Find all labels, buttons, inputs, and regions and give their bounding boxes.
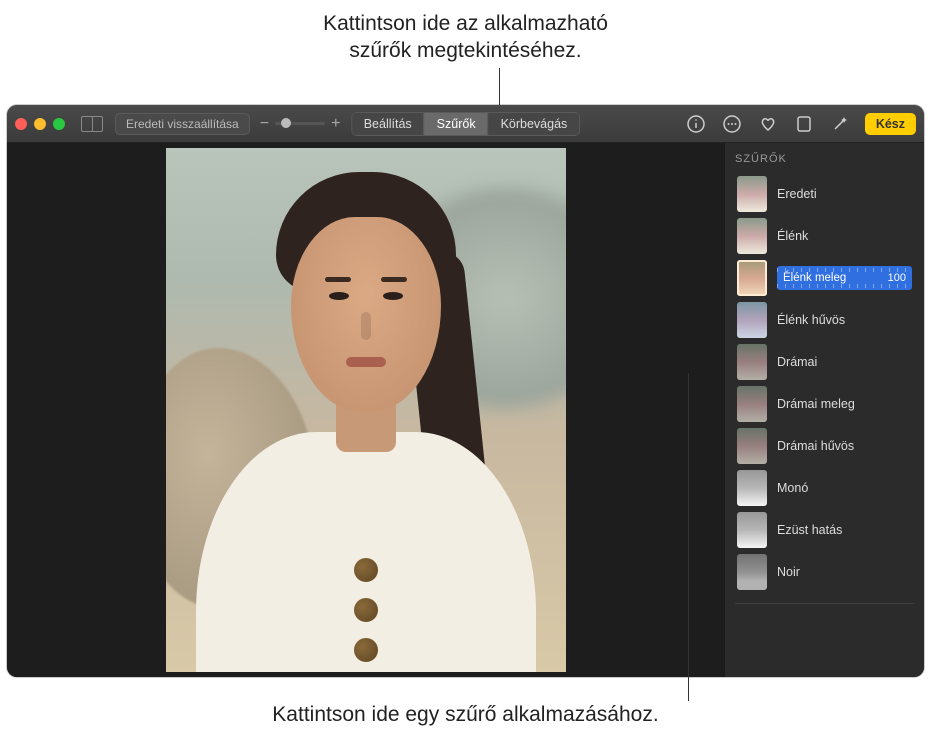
zoom-slider-handle[interactable] [281, 118, 291, 128]
filter-row[interactable]: Noir [735, 551, 914, 593]
callout-bottom: Kattintson ide egy szűrő alkalmazásához. [0, 703, 931, 727]
tab-crop[interactable]: Körbevágás [488, 112, 581, 136]
filter-row[interactable]: Élénk meleg 100 [735, 257, 914, 299]
heart-icon[interactable] [757, 113, 779, 135]
window-controls [15, 118, 65, 130]
filter-label: Élénk hűvös [777, 313, 845, 327]
more-icon[interactable] [721, 113, 743, 135]
filter-thumbnail [737, 470, 767, 506]
tab-adjust[interactable]: Beállítás [351, 112, 425, 136]
filter-label: Monó [777, 481, 808, 495]
filter-thumbnail [737, 218, 767, 254]
close-window-button[interactable] [15, 118, 27, 130]
sidebar-title: SZŰRŐK [735, 151, 914, 173]
filter-row[interactable]: Drámai meleg [735, 383, 914, 425]
photo-canvas[interactable] [7, 143, 724, 677]
filter-thumbnail [737, 260, 767, 296]
filter-label: Drámai [777, 355, 817, 369]
edit-mode-segment: Beállítás Szűrők Körbevágás [351, 112, 581, 136]
callout-top-line1: Kattintson ide az alkalmazható [0, 10, 931, 37]
filter-label: Drámai hűvös [777, 439, 854, 453]
filter-thumbnail [737, 386, 767, 422]
zoom-out-button[interactable]: − [260, 115, 269, 133]
filter-intensity-value: 100 [888, 272, 906, 284]
filter-row[interactable]: Élénk hűvös [735, 299, 914, 341]
filter-row[interactable]: Drámai [735, 341, 914, 383]
sidebar-divider [735, 603, 914, 604]
callout-top: Kattintson ide az alkalmazható szűrők me… [0, 10, 931, 65]
filter-intensity-slider[interactable]: Élénk meleg 100 [777, 266, 912, 290]
filters-sidebar: SZŰRŐK Eredeti Élénk Élénk meleg 100 Élénk h… [724, 143, 924, 677]
filter-label: Noir [777, 565, 800, 579]
filter-label: Ezüst hatás [777, 523, 842, 537]
callout-bottom-leader [688, 373, 689, 701]
filter-thumbnail [737, 554, 767, 590]
filter-label: Élénk meleg [777, 272, 846, 284]
filter-thumbnail [737, 428, 767, 464]
filter-label: Drámai meleg [777, 397, 855, 411]
zoom-slider[interactable] [275, 122, 325, 125]
filter-thumbnail [737, 302, 767, 338]
filter-row[interactable]: Monó [735, 467, 914, 509]
filter-row[interactable]: Ezüst hatás [735, 509, 914, 551]
wand-icon[interactable] [829, 113, 851, 135]
info-icon[interactable] [685, 113, 707, 135]
filter-thumbnail [737, 512, 767, 548]
done-button[interactable]: Kész [865, 113, 916, 135]
filter-row[interactable]: Eredeti [735, 173, 914, 215]
filter-thumbnail [737, 176, 767, 212]
filters-list: Eredeti Élénk Élénk meleg 100 Élénk hűvös Drá… [735, 173, 914, 593]
filter-row[interactable]: Élénk [735, 215, 914, 257]
minimize-window-button[interactable] [34, 118, 46, 130]
photo [166, 148, 566, 672]
filter-row[interactable]: Drámai hűvös [735, 425, 914, 467]
reset-button[interactable]: Eredeti visszaállítása [115, 113, 250, 135]
right-tools: Kész [685, 113, 916, 135]
content-area: SZŰRŐK Eredeti Élénk Élénk meleg 100 Élénk h… [7, 143, 924, 677]
app-window: Eredeti visszaállítása − + Beállítás Szű… [7, 105, 924, 677]
toolbar: Eredeti visszaállítása − + Beállítás Szű… [7, 105, 924, 143]
filter-label: Eredeti [777, 187, 817, 201]
filter-thumbnail [737, 344, 767, 380]
filter-label: Élénk [777, 229, 808, 243]
tab-filters[interactable]: Szűrők [424, 112, 489, 136]
compare-icon[interactable] [81, 116, 103, 132]
zoom-in-button[interactable]: + [331, 115, 340, 133]
fullscreen-window-button[interactable] [53, 118, 65, 130]
aspect-icon[interactable] [793, 113, 815, 135]
callout-top-line2: szűrők megtekintéséhez. [0, 37, 931, 64]
callout-top-leader [499, 68, 500, 106]
zoom-control: − + [260, 115, 341, 133]
